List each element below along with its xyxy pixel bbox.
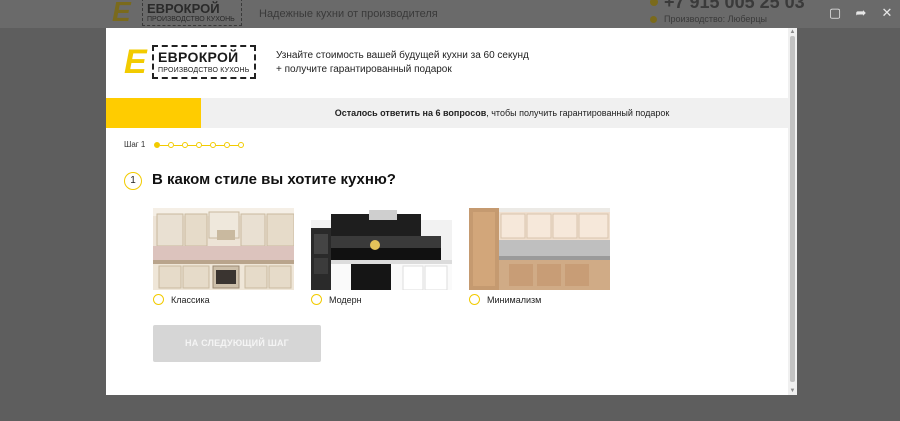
phone-icon: [650, 0, 658, 6]
background-logo-letter: E: [112, 0, 131, 27]
question-title: В каком стиле вы хотите кухню?: [152, 171, 396, 188]
background-logo-subtitle: ПРОИЗВОДСТВО КУХОНЬ: [147, 16, 235, 23]
background-tagline: Надежные кухни от производителя: [259, 8, 438, 20]
progress-text-rest: , чтобы получить гарантированный подарок: [486, 108, 670, 118]
scroll-up-icon[interactable]: ▲: [788, 28, 797, 36]
step-connector: [202, 144, 210, 146]
window-controls: ▢ ➦ ✕: [822, 0, 900, 26]
minimalism-kitchen-image[interactable]: [469, 208, 610, 290]
step-connector: [174, 144, 182, 146]
step-dot: [238, 142, 244, 148]
progress-text: Осталось ответить на 6 вопросов, чтобы п…: [106, 98, 788, 128]
close-icon[interactable]: ✕: [874, 0, 900, 26]
scroll-down-icon[interactable]: ▼: [788, 387, 797, 395]
step-connector: [188, 144, 196, 146]
background-phone: +7 915 005 25 03: [664, 0, 805, 12]
radio-modern[interactable]: [311, 294, 322, 305]
progress-text-bold: Осталось ответить на 6 вопросов: [334, 108, 487, 118]
location-icon: [650, 16, 657, 23]
scrollbar[interactable]: ▲ ▼: [788, 28, 797, 395]
radio-classic[interactable]: [153, 294, 164, 305]
share-icon[interactable]: ➦: [848, 0, 874, 26]
header-line-2: + получите гарантированный подарок: [276, 64, 452, 75]
step-label: Шаг 1: [124, 140, 146, 149]
radio-minimalism[interactable]: [469, 294, 480, 305]
step-connector: [216, 144, 224, 146]
option-label-modern: Модерн: [329, 294, 362, 305]
background-logo: E ЕВРОКРОЙ ПРОИЗВОДСТВО КУХОНЬ: [112, 0, 242, 27]
background-production: Производство: Люберцы: [664, 14, 768, 24]
header-line-1: Узнайте стоимость вашей будущей кухни за…: [276, 50, 529, 61]
modern-kitchen-image[interactable]: [311, 208, 452, 290]
maximize-icon[interactable]: ▢: [822, 0, 848, 26]
brand-logo: E ЕВРОКРОЙ ПРОИЗВОДСТВО КУХОНЬ: [124, 44, 256, 80]
step-indicator: [154, 142, 244, 148]
step-connector: [230, 144, 238, 146]
option-classic[interactable]: Классика: [153, 208, 294, 305]
quiz-modal: E ЕВРОКРОЙ ПРОИЗВОДСТВО КУХОНЬ Узнайте с…: [106, 28, 797, 395]
logo-letter: E: [124, 43, 147, 81]
header-text: Узнайте стоимость вашей будущей кухни за…: [276, 49, 596, 77]
option-minimalism[interactable]: Минимализм: [469, 208, 610, 305]
next-step-button[interactable]: НА СЛЕДУЮЩИЙ ШАГ: [153, 325, 321, 362]
logo-box: ЕВРОКРОЙ ПРОИЗВОДСТВО КУХОНЬ: [152, 45, 256, 79]
scroll-thumb[interactable]: [790, 36, 795, 382]
option-modern[interactable]: Модерн: [311, 208, 452, 305]
progress-bar: Осталось ответить на 6 вопросов, чтобы п…: [106, 98, 788, 128]
option-label-minimalism: Минимализм: [487, 294, 542, 305]
background-logo-title: ЕВРОКРОЙ: [147, 1, 220, 16]
background-header: E ЕВРОКРОЙ ПРОИЗВОДСТВО КУХОНЬ Надежные …: [0, 0, 900, 28]
step-connector: [160, 144, 168, 146]
logo-subtitle: ПРОИЗВОДСТВО КУХОНЬ: [158, 67, 250, 74]
option-label-classic: Классика: [171, 294, 210, 305]
classic-kitchen-image[interactable]: [153, 208, 294, 290]
question-number: 1: [124, 172, 142, 190]
logo-title: ЕВРОКРОЙ: [158, 49, 239, 65]
